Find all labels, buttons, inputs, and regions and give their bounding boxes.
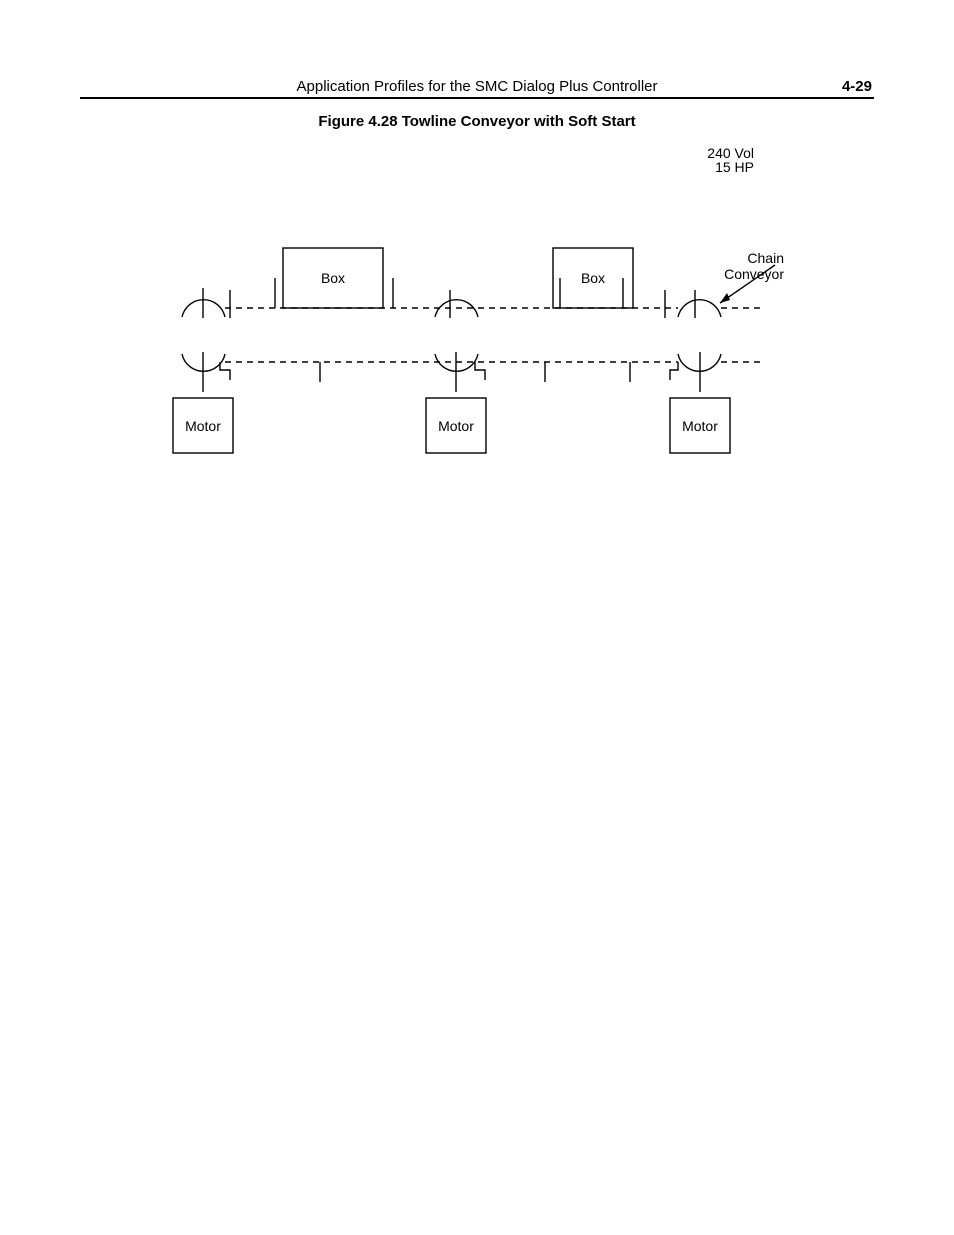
motor-label-2: Motor xyxy=(438,418,474,434)
motor-label-1: Motor xyxy=(185,418,221,434)
page-header-title: Application Profiles for the SMC Dialog … xyxy=(0,78,954,95)
box-label-2: Box xyxy=(581,270,605,286)
figure-diagram: Box Box Motor Motor Motor xyxy=(170,220,810,480)
motor-label-3: Motor xyxy=(682,418,718,434)
page-number: 4-29 xyxy=(842,78,872,95)
box-label-1: Box xyxy=(321,270,345,286)
header-rule xyxy=(80,97,874,99)
spec-power: 15 HP xyxy=(715,159,754,175)
figure-caption: Figure 4.28 Towline Conveyor with Soft S… xyxy=(0,113,954,130)
document-page: Application Profiles for the SMC Dialog … xyxy=(0,0,954,1235)
